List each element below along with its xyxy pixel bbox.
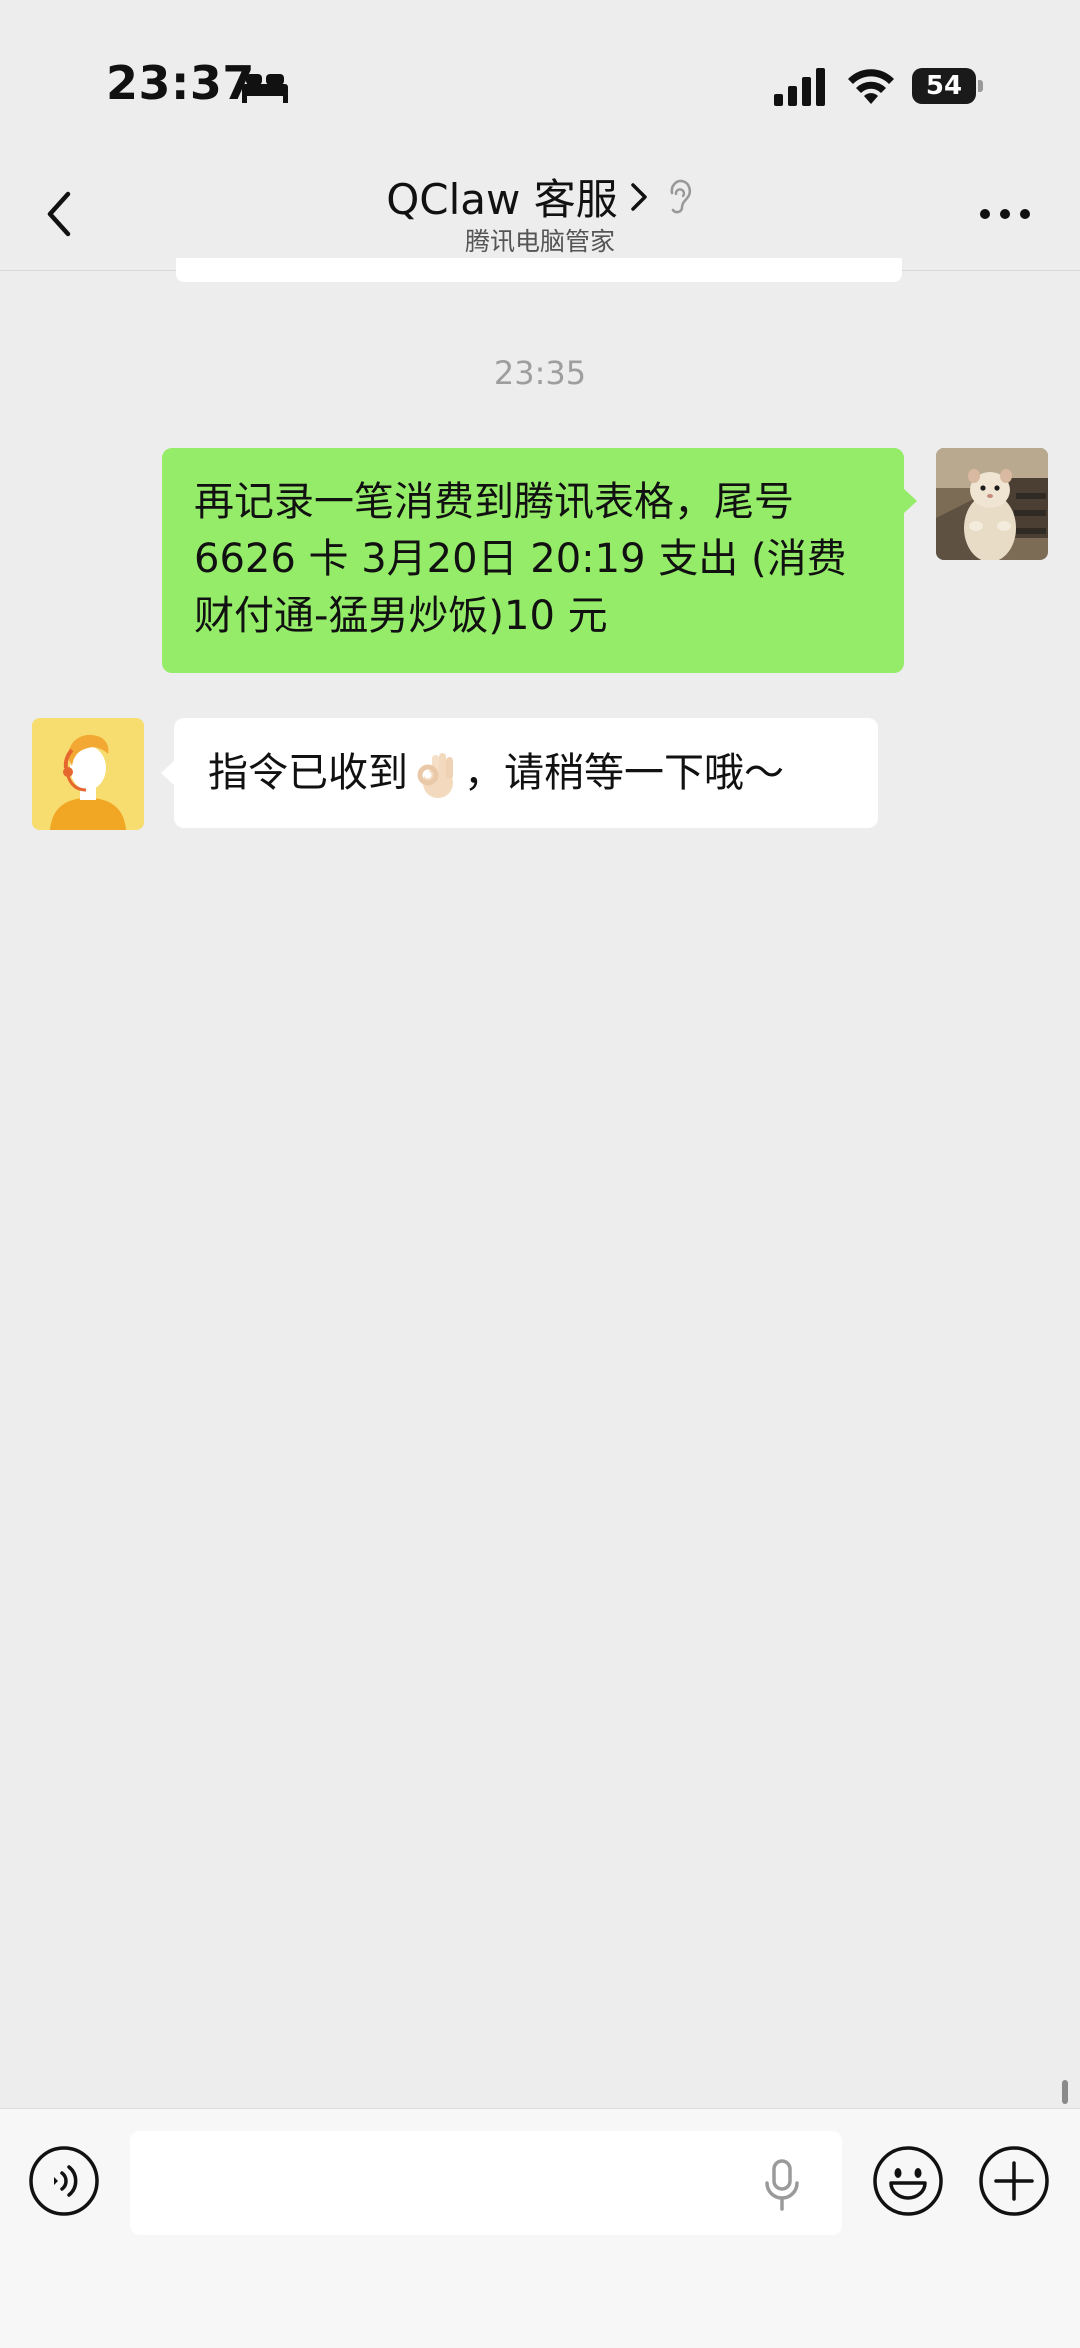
microphone-icon[interactable]	[760, 2157, 804, 2213]
outgoing-message-bubble[interactable]: 再记录一笔消费到腾讯表格，尾号6626 卡 3月20日 20:19 支出 (消费…	[162, 448, 917, 673]
emoji-icon[interactable]	[872, 2145, 944, 2217]
chat-title-row[interactable]: QClaw 客服	[0, 166, 1080, 227]
input-bar	[0, 2108, 1080, 2348]
incoming-message-bubble[interactable]: 指令已收到 ，请稍等一下哦～	[161, 718, 878, 828]
plus-icon[interactable]	[978, 2145, 1050, 2217]
avatar[interactable]	[936, 448, 1048, 560]
incoming-message-text: 指令已收到	[208, 750, 408, 796]
chat-screen: 23:37 54 QClaw 客服 腾讯电脑管家 23:35 再记录一笔消费到腾…	[0, 0, 1080, 2348]
ear-icon	[670, 179, 691, 213]
status-time: 23:37	[106, 56, 255, 110]
bed-icon	[242, 74, 288, 103]
cellular-signal-icon	[774, 68, 825, 106]
status-bar: 23:37 54	[0, 0, 1080, 160]
battery-level: 54	[925, 71, 963, 101]
more-dots-icon[interactable]	[978, 206, 1032, 222]
hamster-photo	[936, 448, 1048, 560]
message-timestamp: 23:35	[493, 354, 587, 392]
message-input[interactable]	[130, 2131, 842, 2235]
voice-mode-icon[interactable]	[28, 2145, 100, 2217]
avatar[interactable]	[32, 718, 144, 830]
previous-message-edge	[176, 258, 902, 282]
battery-cap	[978, 80, 983, 92]
bubble-tail	[903, 488, 917, 514]
nav-bar: QClaw 客服 腾讯电脑管家	[0, 160, 1080, 271]
support-agent-avatar	[32, 718, 144, 830]
battery-indicator: 54	[912, 68, 983, 104]
incoming-message-text-continued: ，请稍等一下哦～	[464, 750, 784, 796]
wifi-icon	[848, 69, 894, 104]
chat-title: QClaw 客服	[386, 175, 618, 224]
scroll-indicator[interactable]	[1062, 2080, 1068, 2104]
chat-subtitle: 腾讯电脑管家	[464, 227, 615, 256]
bubble-tail	[161, 760, 175, 786]
outgoing-message-text: 再记录一笔消费到腾讯表格，尾号6626 卡 3月20日 20:19 支出 (消费…	[194, 479, 847, 639]
chevron-right-icon	[631, 182, 647, 211]
ok-hand-emoji	[417, 753, 453, 798]
